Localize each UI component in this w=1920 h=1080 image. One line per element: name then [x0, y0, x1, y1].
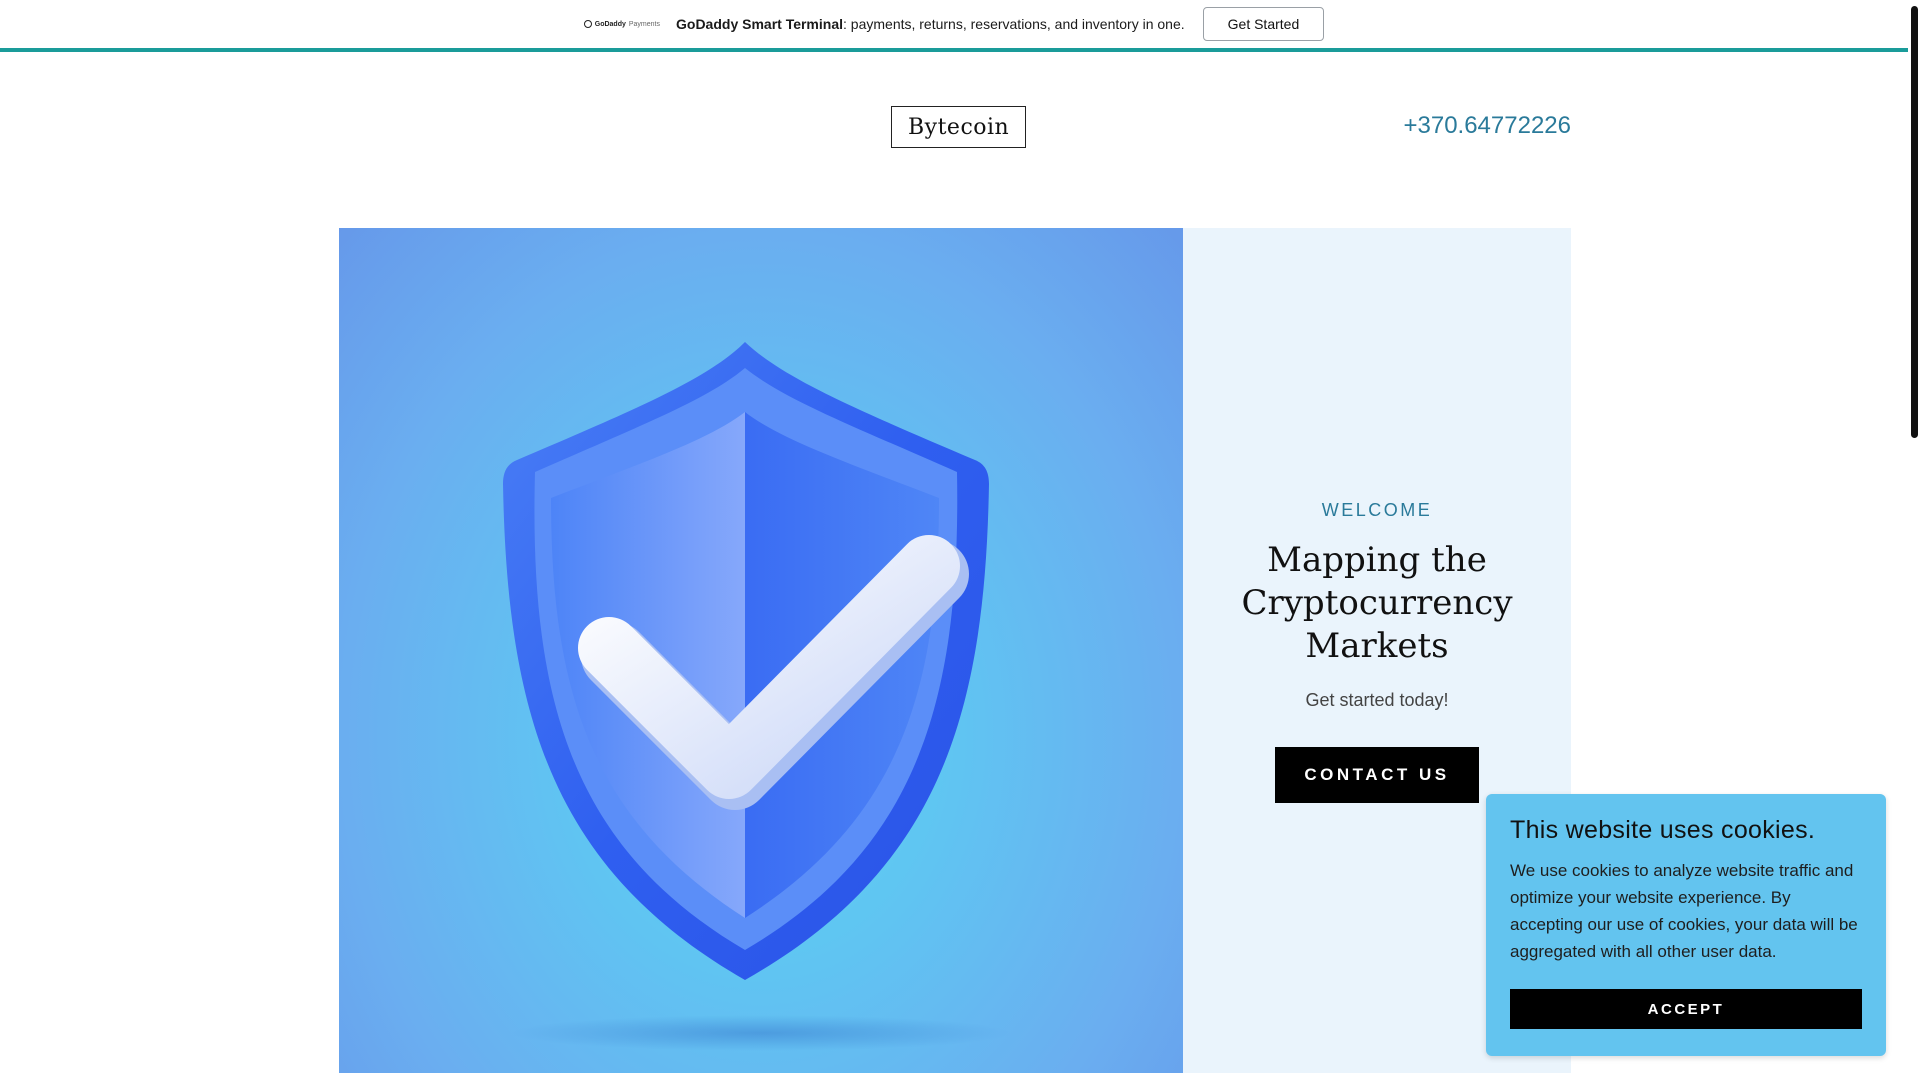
promo-product-name: GoDaddy Smart Terminal: [676, 16, 844, 32]
hero-image: [339, 228, 1183, 1073]
site-logo[interactable]: Bytecoin: [891, 106, 1027, 148]
phone-link[interactable]: +370.64772226: [1403, 112, 1571, 140]
logo-sub-text: Payments: [628, 20, 660, 28]
scrollbar[interactable]: [1908, 0, 1920, 1080]
shield-check-icon: [503, 342, 1011, 1051]
welcome-eyebrow: WELCOME: [1321, 500, 1433, 520]
cookie-text: We use cookies to analyze website traffi…: [1510, 861, 1858, 961]
hero-tagline: Get started today!: [1305, 690, 1449, 710]
cookie-banner: This website uses cookies. We use cookie…: [1486, 794, 1886, 1056]
accept-cookies-button[interactable]: ACCEPT: [1510, 989, 1862, 1029]
get-started-button[interactable]: Get Started: [1202, 7, 1325, 41]
cookie-title: This website uses cookies.: [1510, 816, 1816, 844]
godaddy-payments-logo: GoDaddy Payments: [583, 20, 660, 28]
promo-banner: GoDaddy Payments GoDaddy Smart Terminal:…: [0, 0, 1908, 52]
godaddy-logo-icon: [583, 20, 592, 28]
hero-section: WELCOME Mapping the Cryptocurrency Marke…: [339, 228, 1571, 1073]
contact-us-button[interactable]: CONTACT US: [1275, 747, 1479, 803]
scrollbar-thumb[interactable]: [1911, 6, 1918, 438]
promo-description: : payments, returns, reservations, and i…: [843, 16, 1185, 32]
hero-headline: Mapping the Cryptocurrency Markets: [1241, 540, 1513, 666]
promo-text: GoDaddy Smart Terminal: payments, return…: [676, 16, 1185, 32]
logo-brand-text: GoDaddy: [594, 20, 626, 28]
